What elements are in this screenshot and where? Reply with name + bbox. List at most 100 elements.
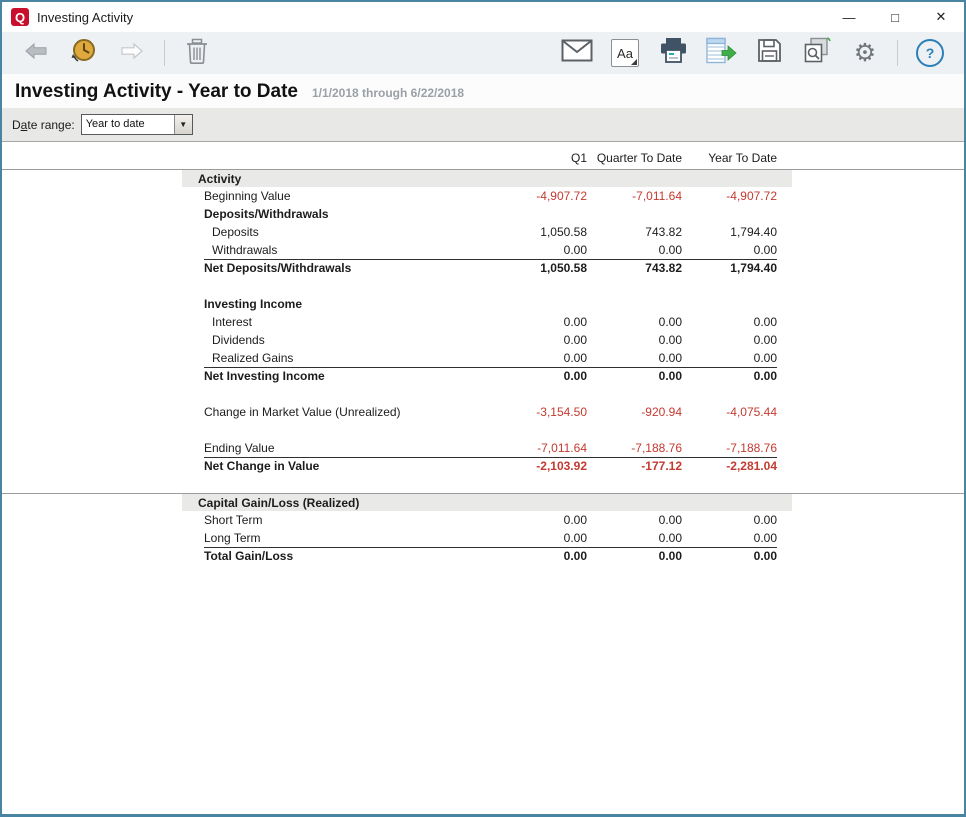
chevron-down-icon[interactable]: ▼ — [174, 115, 192, 134]
row-label: Investing Income — [182, 297, 777, 311]
table-row: Long Term0.000.000.00 — [182, 529, 792, 547]
export-spreadsheet-icon — [705, 37, 737, 69]
close-button[interactable]: ✕ — [918, 2, 964, 32]
forward-button[interactable] — [114, 35, 150, 71]
value-cell: -7,011.64 — [492, 441, 587, 455]
window-title: Investing Activity — [37, 10, 826, 25]
maximize-button[interactable]: □ — [872, 2, 918, 32]
toolbar-separator — [897, 40, 898, 66]
delete-button[interactable] — [179, 35, 215, 71]
section-title: Capital Gain/Loss (Realized) — [182, 494, 792, 511]
report-header: Investing Activity - Year to Date 1/1/20… — [2, 74, 964, 108]
export-button[interactable] — [703, 35, 739, 71]
row-label: Dividends — [182, 333, 492, 347]
row-label: Ending Value — [182, 441, 492, 455]
value-cell: 1,050.58 — [492, 261, 587, 275]
value-cell: 0.00 — [682, 333, 777, 347]
history-button[interactable] — [66, 35, 102, 71]
value-cell: -4,907.72 — [682, 189, 777, 203]
value-cell: -7,188.76 — [682, 441, 777, 455]
table-row: Change in Market Value (Unrealized)-3,15… — [182, 403, 792, 421]
value-cell: 0.00 — [492, 531, 587, 545]
toolbar-separator — [164, 40, 165, 66]
toolbar: Aa — [2, 32, 964, 74]
save-floppy-icon — [756, 37, 783, 69]
forward-arrow-icon — [119, 41, 145, 66]
row-label: Interest — [182, 315, 492, 329]
row-label: Withdrawals — [182, 243, 492, 257]
column-header-row: Q1 Quarter To Date Year To Date — [182, 149, 792, 166]
date-range-bar: Date range: Year to date ▼ — [2, 108, 964, 142]
title-bar: Q Investing Activity — □ ✕ — [2, 2, 964, 32]
save-button[interactable] — [751, 35, 787, 71]
table-row: Net Investing Income0.000.000.00 — [182, 367, 792, 385]
column-header-q1: Q1 — [492, 151, 587, 165]
row-label: Realized Gains — [182, 351, 492, 365]
report-preview-icon — [802, 36, 832, 71]
table-row: Total Gain/Loss0.000.000.00 — [182, 547, 792, 565]
row-label: Net Deposits/Withdrawals — [182, 261, 492, 275]
minimize-button[interactable]: — — [826, 2, 872, 32]
trash-icon — [184, 37, 210, 70]
value-cell: 0.00 — [492, 315, 587, 329]
row-label: Long Term — [182, 531, 492, 545]
quicken-logo-icon: Q — [11, 8, 29, 26]
value-cell: 0.00 — [587, 549, 682, 563]
value-cell: 1,794.40 — [682, 225, 777, 239]
fonts-button[interactable]: Aa — [607, 35, 643, 71]
row-label: Change in Market Value (Unrealized) — [182, 405, 492, 419]
row-label: Beginning Value — [182, 189, 492, 203]
value-cell: 0.00 — [682, 369, 777, 383]
value-cell: 0.00 — [492, 243, 587, 257]
table-row: Dividends0.000.000.00 — [182, 331, 792, 349]
row-label: Deposits — [182, 225, 492, 239]
spacer-row — [182, 475, 792, 493]
value-cell: 0.00 — [492, 351, 587, 365]
column-header-year-to-date: Year To Date — [682, 151, 777, 165]
table-row: Net Deposits/Withdrawals1,050.58743.821,… — [182, 259, 792, 277]
section-header: Capital Gain/Loss (Realized) — [2, 493, 964, 511]
page-title: Investing Activity - Year to Date — [15, 81, 298, 103]
date-range-dropdown[interactable]: Year to date ▼ — [81, 114, 193, 135]
value-cell: 0.00 — [587, 531, 682, 545]
value-cell: 1,050.58 — [492, 225, 587, 239]
settings-button[interactable]: ⚙ — [847, 35, 883, 71]
table-row: Beginning Value-4,907.72-7,011.64-4,907.… — [182, 187, 792, 205]
value-cell: 0.00 — [492, 369, 587, 383]
value-cell: -3,154.50 — [492, 405, 587, 419]
help-question-icon: ? — [916, 39, 944, 67]
gear-icon: ⚙ — [854, 41, 876, 66]
value-cell: 0.00 — [682, 243, 777, 257]
report-table: Q1 Quarter To Date Year To Date Activity… — [2, 142, 964, 814]
value-cell: -2,281.04 — [682, 459, 777, 473]
table-row: Ending Value-7,011.64-7,188.76-7,188.76 — [182, 439, 792, 457]
value-cell: 743.82 — [587, 225, 682, 239]
date-range-label: Date range: — [12, 118, 75, 132]
spacer-row — [182, 421, 792, 439]
table-row: Withdrawals0.000.000.00 — [182, 241, 792, 259]
value-cell: 0.00 — [682, 531, 777, 545]
value-cell: 743.82 — [587, 261, 682, 275]
value-cell: -7,011.64 — [587, 189, 682, 203]
table-row: Realized Gains0.000.000.00 — [182, 349, 792, 367]
value-cell: 0.00 — [587, 351, 682, 365]
report-date-range-text: 1/1/2018 through 6/22/2018 — [312, 86, 464, 100]
table-row: Short Term0.000.000.00 — [182, 511, 792, 529]
report-rows: ActivityBeginning Value-4,907.72-7,011.6… — [2, 169, 964, 565]
help-button[interactable]: ? — [912, 35, 948, 71]
app-window: Q Investing Activity — □ ✕ — [0, 0, 966, 817]
preview-report-button[interactable] — [799, 35, 835, 71]
value-cell: -4,075.44 — [682, 405, 777, 419]
value-cell: -2,103.92 — [492, 459, 587, 473]
spacer-row — [182, 385, 792, 403]
value-cell: 1,794.40 — [682, 261, 777, 275]
value-cell: 0.00 — [682, 315, 777, 329]
back-button[interactable] — [18, 35, 54, 71]
print-button[interactable] — [655, 35, 691, 71]
history-clock-icon — [69, 36, 99, 71]
table-row: Interest0.000.000.00 — [182, 313, 792, 331]
value-cell: 0.00 — [587, 315, 682, 329]
section-title: Activity — [182, 170, 792, 187]
value-cell: 0.00 — [587, 333, 682, 347]
email-report-button[interactable] — [559, 35, 595, 71]
